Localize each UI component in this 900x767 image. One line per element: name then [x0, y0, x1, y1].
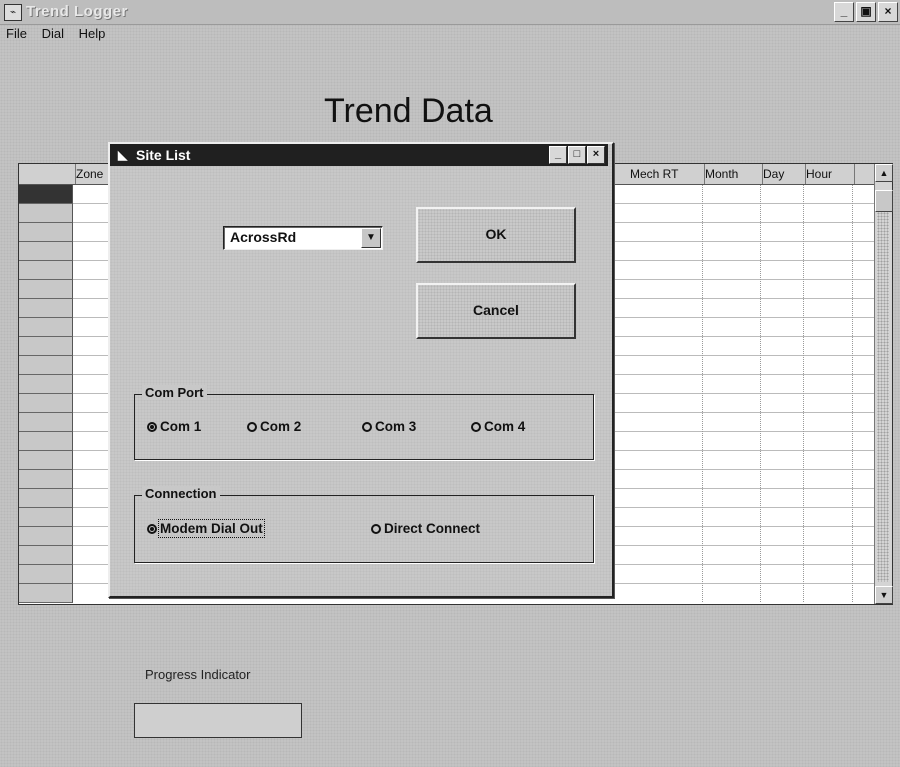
- row-header[interactable]: [19, 527, 73, 546]
- ok-button[interactable]: OK: [416, 207, 576, 263]
- title-bar[interactable]: ⌁ Trend Logger _ ▣ ×: [0, 0, 900, 25]
- radio-modem-dial-out[interactable]: Modem Dial Out: [147, 519, 265, 538]
- row-header[interactable]: [19, 318, 73, 337]
- row-header[interactable]: [19, 223, 73, 242]
- site-select-value: AcrossRd: [230, 229, 297, 245]
- grid-divider: [852, 185, 853, 602]
- row-header[interactable]: [19, 565, 73, 584]
- row-header[interactable]: [19, 299, 73, 318]
- chevron-down-icon[interactable]: ▼: [361, 228, 381, 248]
- radio-label: Modem Dial Out: [158, 519, 265, 538]
- scroll-down-icon[interactable]: ▼: [875, 586, 893, 604]
- row-header[interactable]: [19, 185, 73, 204]
- row-header[interactable]: [19, 470, 73, 489]
- scroll-thumb[interactable]: [875, 190, 893, 212]
- row-header[interactable]: [19, 432, 73, 451]
- radio-unselected-icon: [371, 523, 381, 534]
- dialog-title: Site List: [136, 147, 191, 163]
- row-header[interactable]: [19, 280, 73, 299]
- row-header[interactable]: [19, 337, 73, 356]
- com-port-legend: Com Port: [142, 385, 207, 400]
- column-header-hour[interactable]: Hour: [804, 164, 855, 184]
- dialog-minimize-button[interactable]: _: [549, 146, 567, 164]
- vertical-scrollbar[interactable]: ▲ ▼: [874, 164, 893, 604]
- radio-unselected-icon: [362, 421, 372, 432]
- radio-com-4[interactable]: Com 4: [471, 419, 525, 434]
- scroll-track[interactable]: [877, 212, 889, 582]
- scroll-up-icon[interactable]: ▲: [875, 164, 893, 182]
- row-header[interactable]: [19, 584, 73, 603]
- row-header[interactable]: [19, 204, 73, 223]
- menu-help[interactable]: Help: [79, 24, 106, 44]
- grid-divider: [702, 185, 703, 602]
- dialog-app-icon[interactable]: ◣: [118, 148, 127, 162]
- row-header[interactable]: [19, 508, 73, 527]
- row-header[interactable]: [19, 546, 73, 565]
- cancel-button[interactable]: Cancel: [416, 283, 576, 339]
- menu-dial[interactable]: Dial: [42, 24, 64, 44]
- progress-label: Progress Indicator: [145, 667, 251, 682]
- connection-group: Connection Modem Dial Out Direct Connect: [134, 486, 594, 563]
- radio-com-1[interactable]: Com 1: [147, 419, 201, 434]
- window-title: Trend Logger: [26, 3, 128, 20]
- row-headers: [19, 185, 73, 603]
- row-header[interactable]: [19, 356, 73, 375]
- com-port-group: Com Port Com 1 Com 2 Com 3 Com 4: [134, 385, 594, 460]
- page-title: Trend Data: [324, 92, 493, 130]
- radio-direct-connect[interactable]: Direct Connect: [371, 521, 480, 536]
- menu-file[interactable]: File: [6, 24, 27, 44]
- grid-corner: [19, 164, 76, 184]
- column-header-day[interactable]: Day: [761, 164, 806, 184]
- radio-label: Com 2: [260, 419, 302, 434]
- radio-selected-icon: [147, 523, 157, 534]
- maximize-button[interactable]: ▣: [856, 2, 876, 22]
- close-button[interactable]: ×: [878, 2, 898, 22]
- column-header-month[interactable]: Month: [703, 164, 763, 184]
- dialog-window-controls: _ □ ×: [549, 146, 605, 164]
- radio-com-3[interactable]: Com 3: [362, 419, 416, 434]
- radio-unselected-icon: [247, 421, 257, 432]
- progress-bar: [134, 703, 302, 738]
- row-header[interactable]: [19, 242, 73, 261]
- connection-legend: Connection: [142, 486, 220, 501]
- row-header[interactable]: [19, 451, 73, 470]
- grid-divider: [803, 185, 804, 602]
- radio-com-2[interactable]: Com 2: [247, 419, 301, 434]
- dialog-close-button[interactable]: ×: [587, 146, 605, 164]
- radio-label: Direct Connect: [384, 521, 481, 536]
- row-header[interactable]: [19, 489, 73, 508]
- grid-divider: [760, 185, 761, 602]
- radio-label: Com 4: [484, 419, 526, 434]
- site-list-dialog: ◣ Site List _ □ × AcrossRd ▼ OK Cancel C…: [108, 142, 614, 598]
- site-select[interactable]: AcrossRd ▼: [223, 226, 383, 250]
- radio-label: Com 3: [375, 419, 417, 434]
- row-header[interactable]: [19, 375, 73, 394]
- column-header-mech-rt[interactable]: Mech RT: [628, 164, 705, 184]
- row-header[interactable]: [19, 261, 73, 280]
- radio-unselected-icon: [471, 421, 481, 432]
- radio-selected-icon: [147, 421, 157, 432]
- menu-bar: File Dial Help: [0, 24, 900, 44]
- radio-label: Com 1: [160, 419, 202, 434]
- row-header[interactable]: [19, 394, 73, 413]
- app-icon[interactable]: ⌁: [4, 4, 22, 21]
- dialog-maximize-button[interactable]: □: [568, 146, 586, 164]
- row-header[interactable]: [19, 413, 73, 432]
- minimize-button[interactable]: _: [834, 2, 854, 22]
- dialog-title-bar[interactable]: ◣ Site List _ □ ×: [110, 144, 608, 166]
- window-controls: _ ▣ ×: [834, 2, 898, 22]
